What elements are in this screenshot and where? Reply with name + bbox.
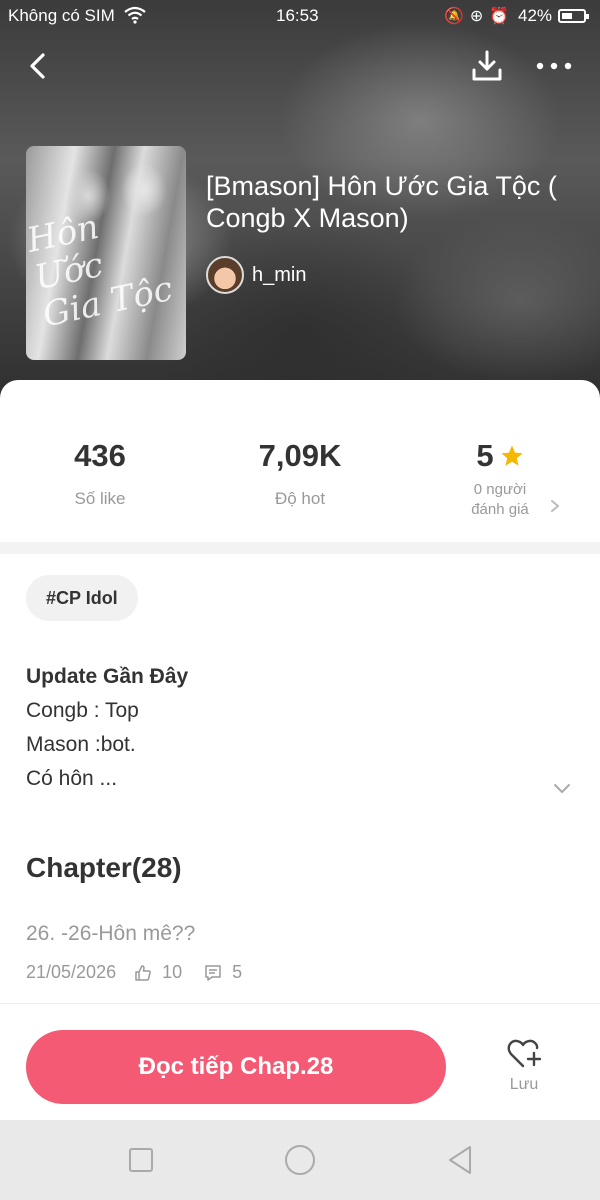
chapter-count-title: Chapter(28)	[26, 852, 182, 883]
thumbs-up-icon	[135, 964, 151, 981]
avatar	[206, 256, 244, 294]
cover-script: Hôn Ước Gia Tộc	[26, 192, 186, 335]
rating-value: 5	[476, 438, 494, 473]
system-navigation-bar	[0, 1120, 600, 1200]
lock-rotation-icon: ⊕	[469, 8, 490, 25]
description-line: Mason :bot.	[26, 733, 136, 756]
rating-value-row: 5	[420, 438, 580, 474]
chapter-date: 21/05/2026	[26, 962, 117, 982]
chapter-likes: 10	[162, 962, 183, 982]
chapter-comments: 5	[232, 962, 243, 982]
back-nav-icon[interactable]	[442, 1142, 478, 1178]
chapter-name: 26. -26-Hôn mê??	[26, 922, 196, 945]
battery-percent: 42%	[518, 6, 553, 25]
book-cover: Hôn Ước Gia Tộc	[26, 146, 186, 360]
status-bar: Không có SIM 16:53 🔕⊕⏰ 42%	[0, 0, 600, 32]
chevron-down-icon[interactable]	[550, 778, 574, 798]
save-button[interactable]: Lưu	[494, 1036, 554, 1104]
carrier-label: Không có SIM	[8, 6, 115, 25]
heart-plus-icon	[507, 1039, 542, 1068]
description: Update Gần Đây Congb : Top Mason :bot. C…	[26, 660, 546, 796]
status-icons: 🔕⊕⏰	[444, 6, 515, 26]
section-divider	[0, 542, 600, 554]
book-detail-panel: 436 Số like 7,09K Độ hot 5 0 người đánh …	[0, 380, 600, 1120]
likes-stat: 436 Số like	[20, 438, 180, 510]
stats-row: 436 Số like 7,09K Độ hot 5 0 người đánh …	[0, 380, 600, 542]
star-icon	[501, 445, 523, 466]
save-label: Lưu	[509, 1076, 539, 1093]
book-header-background: Không có SIM 16:53 🔕⊕⏰ 42% Hôn Ước Gia T…	[0, 0, 600, 400]
description-line: Congb : Top	[26, 699, 139, 722]
hot-stat: 7,09K Độ hot	[220, 438, 380, 510]
description-heading: Update Gần Đây	[26, 665, 189, 688]
chapter-meta: 21/05/2026 10 5	[26, 962, 242, 983]
divider	[0, 1003, 600, 1004]
author-link[interactable]: h_min	[206, 255, 306, 295]
home-icon[interactable]	[282, 1142, 318, 1178]
clock: 16:53	[276, 6, 319, 25]
likes-label: Số like	[74, 489, 126, 508]
bell-off-icon: 🔕	[444, 8, 470, 25]
author-name: h_min	[252, 263, 307, 286]
description-line: Có hôn ...	[26, 767, 118, 790]
more-icon[interactable]	[534, 54, 574, 78]
chapter-list-item[interactable]: 26. -26-Hôn mê?? 21/05/2026 10 5	[0, 910, 600, 1000]
comment-icon	[205, 964, 221, 981]
download-icon[interactable]	[469, 48, 505, 84]
continue-reading-button[interactable]: Đọc tiếp Chap.28	[26, 1030, 446, 1104]
back-icon[interactable]	[22, 50, 54, 82]
hot-label: Độ hot	[274, 489, 326, 508]
hot-value: 7,09K	[258, 438, 342, 473]
alarm-icon: ⏰	[489, 8, 516, 25]
chevron-right-icon[interactable]	[548, 496, 562, 516]
recent-apps-icon[interactable]	[123, 1142, 159, 1178]
book-title: [Bmason] Hôn Ước Gia Tộc ( Congb X Mason…	[206, 171, 557, 233]
likes-value: 436	[74, 438, 126, 473]
wifi-icon	[124, 6, 146, 24]
battery-icon	[558, 9, 589, 23]
tag-chip[interactable]: #CP Idol	[26, 575, 138, 621]
